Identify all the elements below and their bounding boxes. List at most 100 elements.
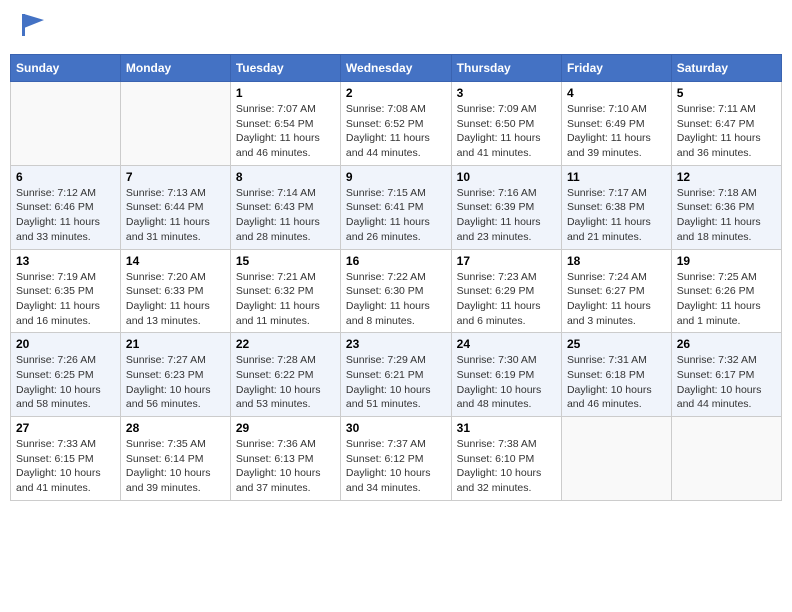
day-header-saturday: Saturday (671, 55, 781, 82)
calendar-cell: 18Sunrise: 7:24 AMSunset: 6:27 PMDayligh… (561, 249, 671, 333)
logo (14, 14, 48, 42)
day-info: Sunrise: 7:19 AMSunset: 6:35 PMDaylight:… (16, 270, 115, 329)
calendar-week-1: 1 Sunrise: 7:07 AMSunset: 6:54 PMDaylight… (11, 82, 782, 166)
day-number: 22 (236, 337, 335, 351)
day-info: Sunrise: 7:23 AMSunset: 6:29 PMDaylight:… (457, 270, 556, 329)
logo-icon (16, 10, 48, 42)
calendar-cell: 24Sunrise: 7:30 AMSunset: 6:19 PMDayligh… (451, 333, 561, 417)
calendar-cell (561, 417, 671, 501)
calendar-cell: 27 Sunrise: 7:33 AMSunset: 6:15 PMDayligh… (11, 417, 121, 501)
day-info: Sunrise: 7:22 AMSunset: 6:30 PMDaylight:… (346, 270, 446, 329)
calendar-cell: 23 Sunrise: 7:29 AMSunset: 6:21 PMDayligh… (340, 333, 451, 417)
day-number: 28 (126, 421, 225, 435)
day-info: Sunrise: 7:17 AMSunset: 6:38 PMDaylight:… (567, 186, 666, 245)
day-number: 7 (126, 170, 225, 184)
calendar-cell (671, 417, 781, 501)
day-header-thursday: Thursday (451, 55, 561, 82)
calendar-cell: 25 Sunrise: 7:31 AMSunset: 6:18 PMDayligh… (561, 333, 671, 417)
calendar-cell: 3 Sunrise: 7:09 AMSunset: 6:50 PMDaylight… (451, 82, 561, 166)
calendar-cell (120, 82, 230, 166)
day-info: Sunrise: 7:30 AMSunset: 6:19 PMDaylight:… (457, 353, 556, 412)
calendar-cell: 7Sunrise: 7:13 AMSunset: 6:44 PMDaylight… (120, 165, 230, 249)
calendar-cell: 28 Sunrise: 7:35 AMSunset: 6:14 PMDayligh… (120, 417, 230, 501)
calendar-cell: 5 Sunrise: 7:11 AMSunset: 6:47 PMDaylight… (671, 82, 781, 166)
day-header-monday: Monday (120, 55, 230, 82)
calendar-cell: 4Sunrise: 7:10 AMSunset: 6:49 PMDaylight… (561, 82, 671, 166)
day-info: Sunrise: 7:28 AMSunset: 6:22 PMDaylight:… (236, 353, 335, 412)
day-header-tuesday: Tuesday (230, 55, 340, 82)
day-info: Sunrise: 7:33 AMSunset: 6:15 PMDaylight:… (16, 437, 115, 496)
day-number: 27 (16, 421, 115, 435)
day-number: 16 (346, 254, 446, 268)
day-info: Sunrise: 7:35 AMSunset: 6:14 PMDaylight:… (126, 437, 225, 496)
day-info: Sunrise: 7:09 AMSunset: 6:50 PMDaylight:… (457, 102, 556, 161)
calendar-cell: 11 Sunrise: 7:17 AMSunset: 6:38 PMDayligh… (561, 165, 671, 249)
day-number: 23 (346, 337, 446, 351)
calendar-cell: 31Sunrise: 7:38 AMSunset: 6:10 PMDayligh… (451, 417, 561, 501)
day-info: Sunrise: 7:15 AMSunset: 6:41 PMDaylight:… (346, 186, 446, 245)
calendar-cell: 8 Sunrise: 7:14 AMSunset: 6:43 PMDaylight… (230, 165, 340, 249)
day-number: 2 (346, 86, 446, 100)
calendar-cell: 12 Sunrise: 7:18 AMSunset: 6:36 PMDayligh… (671, 165, 781, 249)
day-number: 9 (346, 170, 446, 184)
day-header-friday: Friday (561, 55, 671, 82)
calendar-cell: 9 Sunrise: 7:15 AMSunset: 6:41 PMDaylight… (340, 165, 451, 249)
calendar-cell: 17Sunrise: 7:23 AMSunset: 6:29 PMDayligh… (451, 249, 561, 333)
day-info: Sunrise: 7:20 AMSunset: 6:33 PMDaylight:… (126, 270, 225, 329)
calendar-cell: 15 Sunrise: 7:21 AMSunset: 6:32 PMDayligh… (230, 249, 340, 333)
day-info: Sunrise: 7:08 AMSunset: 6:52 PMDaylight:… (346, 102, 446, 161)
day-number: 18 (567, 254, 666, 268)
day-number: 3 (457, 86, 556, 100)
calendar-cell: 13 Sunrise: 7:19 AMSunset: 6:35 PMDayligh… (11, 249, 121, 333)
day-info: Sunrise: 7:12 AMSunset: 6:46 PMDaylight:… (16, 186, 115, 245)
day-info: Sunrise: 7:27 AMSunset: 6:23 PMDaylight:… (126, 353, 225, 412)
calendar-cell: 19 Sunrise: 7:25 AMSunset: 6:26 PMDayligh… (671, 249, 781, 333)
day-info: Sunrise: 7:31 AMSunset: 6:18 PMDaylight:… (567, 353, 666, 412)
day-number: 1 (236, 86, 335, 100)
day-info: Sunrise: 7:14 AMSunset: 6:43 PMDaylight:… (236, 186, 335, 245)
day-number: 12 (677, 170, 776, 184)
day-info: Sunrise: 7:11 AMSunset: 6:47 PMDaylight:… (677, 102, 776, 161)
day-info: Sunrise: 7:32 AMSunset: 6:17 PMDaylight:… (677, 353, 776, 412)
day-number: 26 (677, 337, 776, 351)
day-info: Sunrise: 7:38 AMSunset: 6:10 PMDaylight:… (457, 437, 556, 496)
calendar-week-4: 20 Sunrise: 7:26 AMSunset: 6:25 PMDayligh… (11, 333, 782, 417)
day-info: Sunrise: 7:07 AMSunset: 6:54 PMDaylight:… (236, 102, 335, 161)
day-number: 19 (677, 254, 776, 268)
day-number: 13 (16, 254, 115, 268)
day-number: 25 (567, 337, 666, 351)
day-info: Sunrise: 7:18 AMSunset: 6:36 PMDaylight:… (677, 186, 776, 245)
day-header-sunday: Sunday (11, 55, 121, 82)
day-info: Sunrise: 7:21 AMSunset: 6:32 PMDaylight:… (236, 270, 335, 329)
day-info: Sunrise: 7:29 AMSunset: 6:21 PMDaylight:… (346, 353, 446, 412)
calendar-week-5: 27 Sunrise: 7:33 AMSunset: 6:15 PMDayligh… (11, 417, 782, 501)
day-number: 15 (236, 254, 335, 268)
day-number: 21 (126, 337, 225, 351)
calendar-cell: 21 Sunrise: 7:27 AMSunset: 6:23 PMDayligh… (120, 333, 230, 417)
day-info: Sunrise: 7:25 AMSunset: 6:26 PMDaylight:… (677, 270, 776, 329)
calendar-cell: 2 Sunrise: 7:08 AMSunset: 6:52 PMDaylight… (340, 82, 451, 166)
day-number: 10 (457, 170, 556, 184)
page-header (10, 10, 782, 46)
day-number: 8 (236, 170, 335, 184)
day-info: Sunrise: 7:26 AMSunset: 6:25 PMDaylight:… (16, 353, 115, 412)
day-header-wednesday: Wednesday (340, 55, 451, 82)
day-number: 11 (567, 170, 666, 184)
calendar-cell: 20 Sunrise: 7:26 AMSunset: 6:25 PMDayligh… (11, 333, 121, 417)
day-number: 20 (16, 337, 115, 351)
day-info: Sunrise: 7:36 AMSunset: 6:13 PMDaylight:… (236, 437, 335, 496)
day-info: Sunrise: 7:16 AMSunset: 6:39 PMDaylight:… (457, 186, 556, 245)
calendar-table: SundayMondayTuesdayWednesdayThursdayFrid… (10, 54, 782, 501)
day-number: 5 (677, 86, 776, 100)
day-number: 29 (236, 421, 335, 435)
calendar-cell: 30Sunrise: 7:37 AMSunset: 6:12 PMDayligh… (340, 417, 451, 501)
calendar-week-3: 13 Sunrise: 7:19 AMSunset: 6:35 PMDayligh… (11, 249, 782, 333)
calendar-cell: 16 Sunrise: 7:22 AMSunset: 6:30 PMDayligh… (340, 249, 451, 333)
calendar-cell: 10 Sunrise: 7:16 AMSunset: 6:39 PMDayligh… (451, 165, 561, 249)
day-number: 4 (567, 86, 666, 100)
day-info: Sunrise: 7:37 AMSunset: 6:12 PMDaylight:… (346, 437, 446, 496)
calendar-cell: 6 Sunrise: 7:12 AMSunset: 6:46 PMDaylight… (11, 165, 121, 249)
calendar-cell: 14Sunrise: 7:20 AMSunset: 6:33 PMDayligh… (120, 249, 230, 333)
day-number: 6 (16, 170, 115, 184)
calendar-week-2: 6 Sunrise: 7:12 AMSunset: 6:46 PMDaylight… (11, 165, 782, 249)
